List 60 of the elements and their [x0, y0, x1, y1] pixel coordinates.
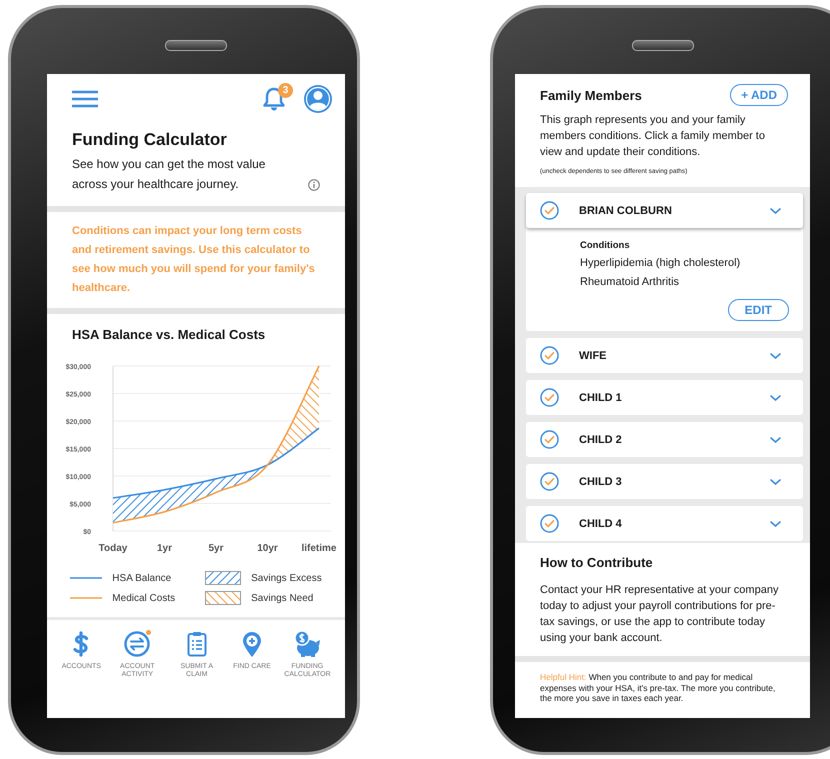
- hint-text: Helpful Hint: When you contribute to and pay for medical expenses with your HSA, it's pre-tax. The more you contribute, the more you save in taxes each year.: [539, 671, 776, 705]
- conditions-label: Conditions: [580, 240, 631, 251]
- x-tick-label: 1yr: [157, 543, 172, 554]
- checkbox[interactable]: [540, 472, 559, 491]
- clipboard-icon: [186, 631, 207, 657]
- description-text: This graph represents you and your family members conditions. Click a family member to view and update their conditions.: [539, 113, 766, 160]
- member-name: CHILD 3: [579, 476, 623, 488]
- member-name: BRIAN COLBURN: [579, 204, 673, 216]
- menu-icon[interactable]: [72, 90, 98, 108]
- chevron-down-icon[interactable]: [770, 520, 781, 526]
- location-pin-icon: [242, 630, 262, 658]
- checkbox[interactable]: [540, 430, 559, 449]
- chevron-down-icon[interactable]: [770, 208, 781, 214]
- x-tick-label: lifetime: [302, 543, 336, 554]
- chevron-down-icon[interactable]: [770, 352, 781, 358]
- checkbox[interactable]: [540, 201, 559, 220]
- speaker-slot: [632, 40, 694, 51]
- member-header[interactable]: CHILD 3: [526, 464, 803, 499]
- condition-text: Hyperlipidemia (high cholesterol): [580, 257, 742, 269]
- speaker-slot: [165, 40, 227, 51]
- legend-line-swatch: [70, 596, 102, 600]
- profile-icon[interactable]: [303, 84, 333, 114]
- x-tick-label: 5yr: [208, 543, 224, 554]
- bell-icon[interactable]: [263, 87, 285, 111]
- dollar-icon: [72, 631, 90, 657]
- section-title: How to Contribute: [540, 555, 654, 570]
- member-name: CHILD 1: [579, 392, 623, 404]
- contribute-text: Contact your HR representative at your company today to adjust your payroll contributions for pre-tax savings, or use the app to contribute today using your bank account.: [540, 583, 780, 646]
- chevron-down-icon[interactable]: [770, 394, 781, 400]
- chevron-down-icon[interactable]: [770, 478, 781, 484]
- legend-label: Savings Excess: [251, 572, 322, 584]
- checkbox[interactable]: [540, 514, 559, 533]
- x-tick-label: 10yr: [257, 543, 278, 554]
- notice-text: Conditions can impact your long term costs and retirement savings. Use this calculator to see how much you will spend for your family's healthcare.: [71, 224, 316, 296]
- member-name: CHILD 4: [579, 518, 623, 530]
- edit-button[interactable]: EDIT: [728, 299, 789, 321]
- member-name: WIFE: [579, 350, 608, 362]
- member-header[interactable]: CHILD 4: [526, 506, 803, 541]
- member-header[interactable]: BRIAN COLBURN: [526, 193, 803, 228]
- exchange-icon: [124, 631, 150, 657]
- notification-badge: 3: [278, 83, 293, 98]
- legend-label: Medical Costs: [112, 592, 176, 604]
- legend-line-swatch: [70, 576, 102, 580]
- legend-label: Savings Need: [251, 592, 314, 604]
- member-header[interactable]: WIFE: [526, 338, 803, 373]
- page-subtitle: See how you can get the most value across your healthcare journey.: [72, 156, 266, 193]
- x-tick-label: Today: [98, 543, 128, 554]
- chevron-down-icon[interactable]: [770, 436, 781, 442]
- member-name: CHILD 2: [579, 434, 623, 446]
- checkbox[interactable]: [540, 346, 559, 365]
- chart-title: HSA Balance vs. Medical Costs: [71, 326, 266, 344]
- condition-text: Rheumatoid Arthritis: [580, 276, 680, 288]
- checkbox[interactable]: [540, 388, 559, 407]
- add-button[interactable]: + ADD: [730, 84, 788, 106]
- legend-label: HSA Balance: [112, 572, 172, 584]
- member-header[interactable]: CHILD 1: [526, 380, 803, 415]
- page-title: Funding Calculator: [72, 130, 228, 150]
- section-title: Family Members: [540, 88, 643, 102]
- member-header[interactable]: CHILD 2: [526, 422, 803, 457]
- info-icon[interactable]: [308, 179, 320, 191]
